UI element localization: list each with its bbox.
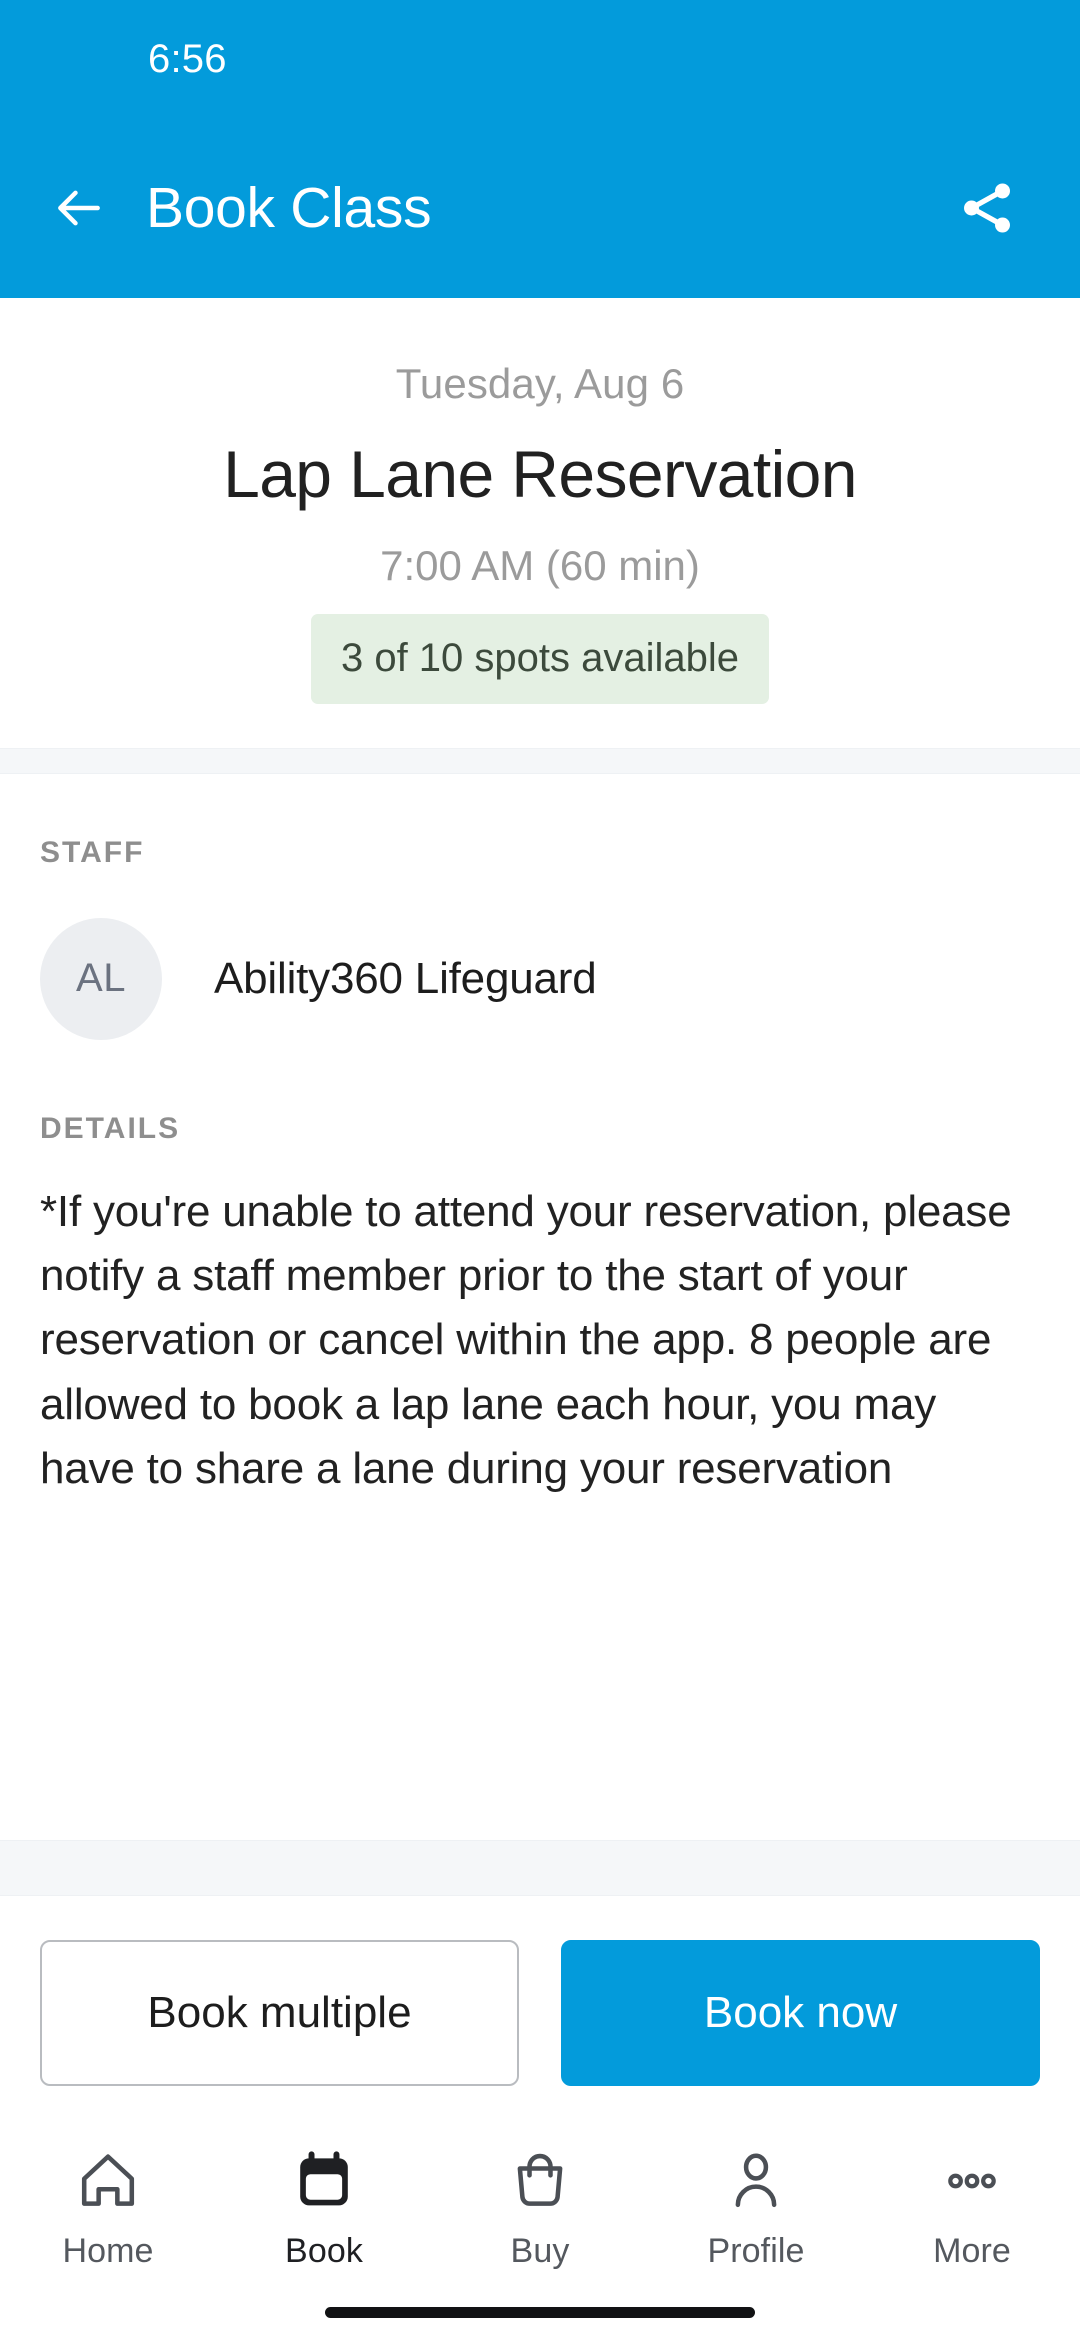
bag-icon <box>517 2153 563 2206</box>
actions-divider-band <box>0 1840 1080 1896</box>
nav-item-more[interactable]: More <box>864 2144 1080 2271</box>
app-bar: 6:56 Book Class <box>0 0 1080 298</box>
share-icon <box>964 183 1010 233</box>
arrow-left-icon <box>58 190 100 226</box>
page-title: Book Class <box>146 176 432 240</box>
nav-item-book[interactable]: Book <box>216 2144 432 2271</box>
spots-badge-wrap: 3 of 10 spots available <box>40 613 1040 704</box>
spots-available-badge: 3 of 10 spots available <box>310 613 770 704</box>
class-summary: Tuesday, Aug 6 Lap Lane Reservation 7:00… <box>0 298 1080 748</box>
nav-label-buy: Buy <box>510 2232 570 2270</box>
person-icon <box>735 2153 777 2208</box>
nav-item-buy[interactable]: Buy <box>432 2144 648 2271</box>
app-bar-row: Book Class <box>0 118 1080 298</box>
home-icon <box>81 2154 135 2206</box>
content-filler <box>0 1541 1080 1840</box>
status-bar: 6:56 <box>0 0 1080 118</box>
avatar: AL <box>40 917 162 1040</box>
class-name: Lap Lane Reservation <box>223 437 857 511</box>
staff-section-label: STAFF <box>40 835 145 869</box>
ellipsis-icon <box>948 2173 996 2189</box>
share-button[interactable] <box>954 175 1020 241</box>
home-indicator <box>325 2307 755 2318</box>
action-bar: Book multiple Book now <box>0 1896 1080 2122</box>
nav-item-home[interactable]: Home <box>0 2144 216 2271</box>
app-screen: 6:56 Book Class Tuesday, Aug 6 Lap Lane … <box>0 0 1080 2340</box>
calendar-icon-wrap <box>290 2144 358 2218</box>
details-section-label: DETAILS <box>40 1111 181 1145</box>
section-divider-band <box>0 747 1080 774</box>
class-date: Tuesday, Aug 6 <box>395 360 685 407</box>
nav-label-home: Home <box>62 2232 154 2270</box>
home-icon-wrap <box>74 2144 142 2218</box>
calendar-icon <box>300 2151 348 2206</box>
person-icon-wrap <box>722 2144 790 2218</box>
bag-icon-wrap <box>506 2144 574 2218</box>
staff-section: STAFF AL Ability360 Lifeguard DETAILS *I… <box>0 773 1080 1542</box>
book-now-button[interactable]: Book now <box>561 1940 1040 2086</box>
details-text: *If you're unable to attend your reserva… <box>40 1186 1012 1493</box>
ellipsis-icon-wrap <box>938 2144 1006 2218</box>
staff-name: Ability360 Lifeguard <box>214 953 597 1003</box>
class-time: 7:00 AM (60 min) <box>380 541 700 589</box>
nav-label-book: Book <box>285 2232 363 2270</box>
nav-label-profile: Profile <box>707 2232 805 2270</box>
bottom-navigation: Home Book Buy Profile More <box>0 2122 1080 2340</box>
status-bar-clock: 6:56 <box>148 36 227 81</box>
back-button[interactable] <box>48 177 110 239</box>
staff-row[interactable]: AL Ability360 Lifeguard <box>40 870 1040 1050</box>
book-multiple-button[interactable]: Book multiple <box>40 1940 519 2086</box>
nav-item-profile[interactable]: Profile <box>648 2144 864 2271</box>
nav-label-more: More <box>933 2232 1011 2270</box>
avatar-initials: AL <box>76 956 126 1001</box>
